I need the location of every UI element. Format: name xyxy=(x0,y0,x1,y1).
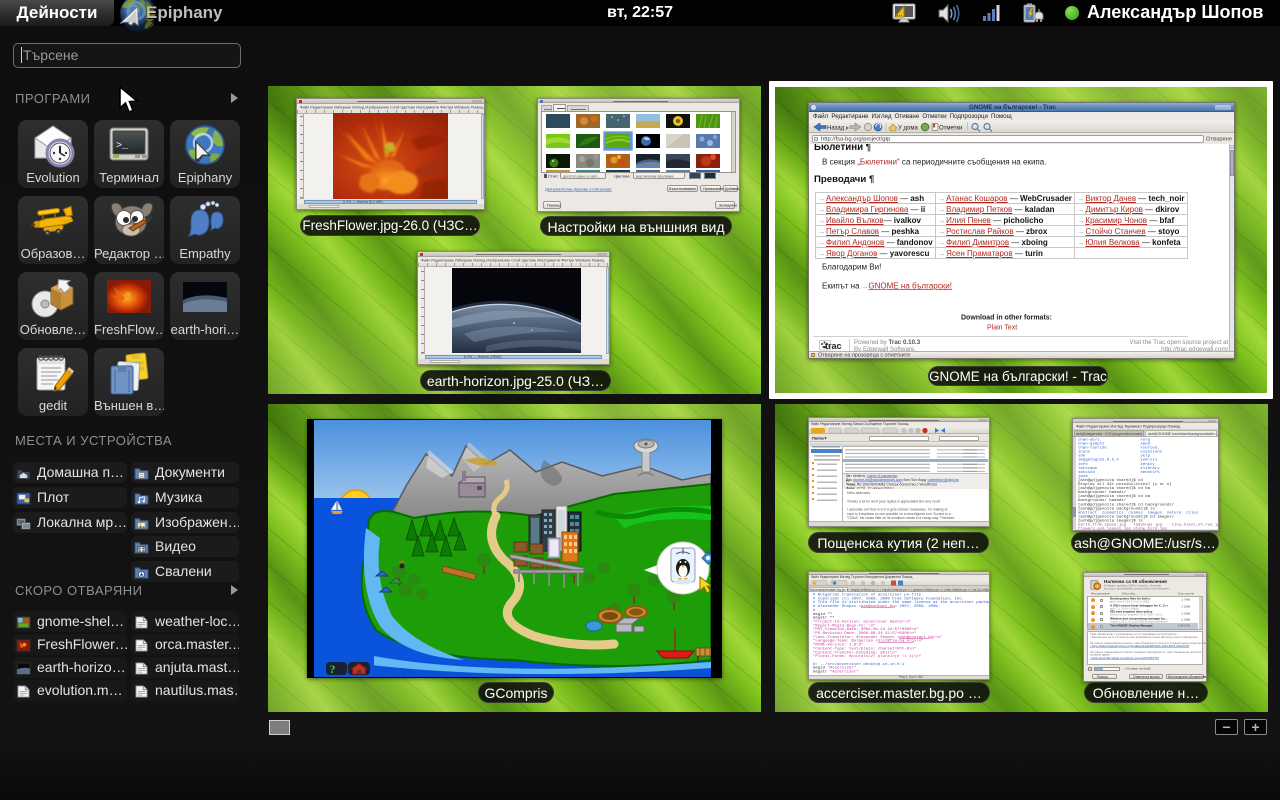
svg-text:>_: >_ xyxy=(116,141,129,152)
svg-text:trac: trac xyxy=(825,341,842,351)
svg-text:Отметки: Отметки xyxy=(939,126,962,132)
svg-text:У дома: У дома xyxy=(898,126,918,132)
svg-text:?: ? xyxy=(330,662,336,676)
svg-text:Назад: Назад xyxy=(827,126,845,132)
